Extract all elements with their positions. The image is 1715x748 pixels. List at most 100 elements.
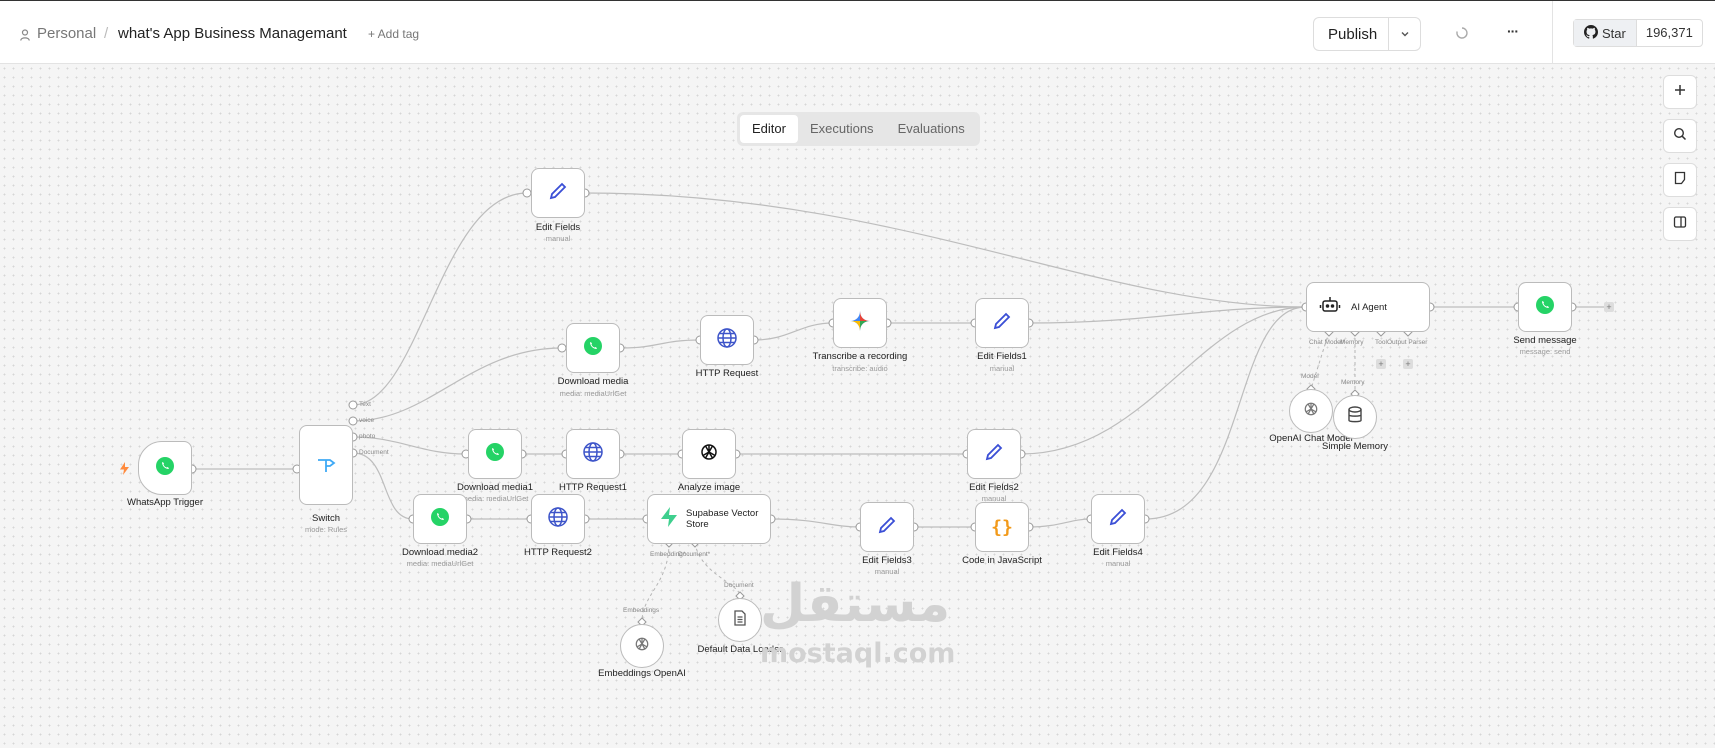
pencil-icon	[876, 514, 898, 541]
header-divider	[1552, 1, 1553, 64]
workflow-canvas[interactable]: Editor Executions Evaluations WhatsApp T…	[0, 64, 1715, 748]
openai-icon	[1302, 400, 1320, 423]
publish-button-group: Publish	[1313, 17, 1421, 51]
add-output-parser-button[interactable]: +	[1403, 359, 1413, 369]
node-label: WhatsApp Trigger	[126, 497, 204, 508]
port-label-document: Document*	[678, 551, 711, 558]
switch-icon	[315, 452, 337, 479]
node-default-data-loader[interactable]	[718, 598, 762, 642]
workflow-name[interactable]: what's App Business Managemant	[118, 25, 347, 42]
lightning-icon	[120, 462, 129, 480]
node-edit-fields1[interactable]	[975, 298, 1029, 348]
robot-icon	[1319, 294, 1341, 321]
port-label-output-parser: Output Parser	[1387, 339, 1428, 346]
node-analyze-image[interactable]	[682, 429, 736, 479]
node-subtitle: message: send	[1519, 347, 1571, 356]
toggle-panel-button[interactable]	[1663, 207, 1697, 241]
tab-editor[interactable]: Editor	[740, 115, 798, 143]
pencil-icon	[991, 310, 1013, 337]
node-openai-chat-model[interactable]	[1289, 389, 1333, 433]
pencil-icon	[547, 180, 569, 207]
node-label: Edit Fields2	[969, 482, 1019, 493]
code-braces-icon: {}	[991, 516, 1013, 538]
node-edit-fields[interactable]	[531, 168, 585, 218]
breadcrumb-separator: /	[104, 25, 109, 42]
node-label: Download media2	[401, 547, 479, 558]
github-star-count: 196,371	[1645, 25, 1693, 40]
node-edit-fields2[interactable]	[967, 429, 1021, 479]
node-simple-memory[interactable]	[1333, 395, 1377, 439]
more-options-button[interactable]: ···	[1507, 23, 1519, 39]
port-label-memory: Memory	[1340, 339, 1364, 346]
add-next-node-button[interactable]: +	[1604, 302, 1614, 312]
watermark-arabic: مستقل	[760, 574, 951, 634]
openai-icon	[633, 635, 651, 658]
node-subtitle: transcribe: audio	[832, 364, 888, 373]
node-subtitle: media: mediaUrlGet	[461, 494, 529, 503]
edge-label-model: Model	[1301, 373, 1319, 380]
add-tool-button[interactable]: +	[1376, 359, 1386, 369]
search-nodes-button[interactable]	[1663, 119, 1697, 153]
node-send-message[interactable]	[1518, 282, 1572, 332]
node-subtitle: manual	[545, 234, 571, 243]
node-subtitle: mode: Rules	[304, 525, 348, 534]
tab-evaluations[interactable]: Evaluations	[886, 115, 977, 143]
node-label: Edit Fields1	[977, 351, 1027, 362]
node-subtitle: manual	[1105, 559, 1131, 568]
node-label: Edit Fields	[535, 222, 581, 233]
node-download-media[interactable]	[566, 323, 620, 373]
node-whatsapp-trigger[interactable]	[138, 441, 192, 495]
whatsapp-icon	[485, 442, 505, 467]
sticky-note-icon	[1673, 171, 1687, 190]
github-star-label: Star	[1602, 25, 1626, 41]
github-icon	[1584, 24, 1598, 42]
view-tabs: Editor Executions Evaluations	[737, 112, 980, 146]
node-label: Send message	[1513, 335, 1577, 346]
node-label: AI Agent	[1351, 301, 1387, 313]
node-subtitle: media: mediaUrlGet	[406, 559, 474, 568]
node-code-javascript[interactable]: {}	[975, 502, 1029, 552]
sticky-note-button[interactable]	[1663, 163, 1697, 197]
node-edit-fields4[interactable]	[1091, 494, 1145, 544]
github-star-button[interactable]: Star	[1574, 20, 1637, 46]
switch-output-voice: voice	[359, 417, 375, 424]
node-label: Switch	[312, 513, 340, 524]
plus-icon	[1673, 83, 1687, 102]
node-ai-agent[interactable]: AI Agent	[1306, 282, 1430, 332]
top-bar: Personal / what's App Business Manageman…	[0, 0, 1715, 64]
watermark-latin: mostaql.com	[760, 638, 956, 669]
pencil-icon	[1107, 506, 1129, 533]
node-http-request1[interactable]	[566, 429, 620, 479]
node-label: Download media1	[456, 482, 534, 493]
openai-icon	[698, 441, 720, 468]
edge-label-document: Document	[724, 582, 754, 589]
breadcrumb-personal[interactable]: Personal	[37, 25, 96, 42]
github-star-widget[interactable]: Star 196,371	[1573, 19, 1703, 47]
node-label: Embeddings OpenAI	[598, 668, 686, 679]
node-switch[interactable]	[299, 425, 353, 505]
chevron-down-icon[interactable]	[1400, 24, 1410, 42]
person-icon	[20, 28, 30, 46]
node-supabase-vector-store[interactable]: Supabase Vector Store	[647, 494, 771, 544]
node-transcribe[interactable]	[833, 298, 887, 348]
node-download-media2[interactable]	[413, 494, 467, 544]
gemini-icon	[849, 310, 871, 337]
node-label: Download media	[557, 376, 629, 387]
publish-button[interactable]: Publish	[1328, 26, 1377, 43]
globe-icon	[547, 506, 569, 533]
node-http-request2[interactable]	[531, 494, 585, 544]
globe-icon	[582, 441, 604, 468]
node-embeddings-openai[interactable]	[620, 624, 664, 668]
node-edit-fields3[interactable]	[860, 502, 914, 552]
node-download-media1[interactable]	[468, 429, 522, 479]
port-label-tool: Tool	[1375, 339, 1387, 346]
add-tag-button[interactable]: + Add tag	[368, 27, 419, 41]
globe-icon	[716, 327, 738, 354]
tab-executions[interactable]: Executions	[798, 115, 886, 143]
node-http-request[interactable]	[700, 315, 754, 365]
edge-label-embeddings: Embeddings	[623, 607, 660, 614]
whatsapp-icon	[430, 507, 450, 532]
search-icon	[1673, 127, 1687, 146]
zoom-in-button[interactable]	[1663, 75, 1697, 109]
supabase-icon	[658, 506, 680, 533]
